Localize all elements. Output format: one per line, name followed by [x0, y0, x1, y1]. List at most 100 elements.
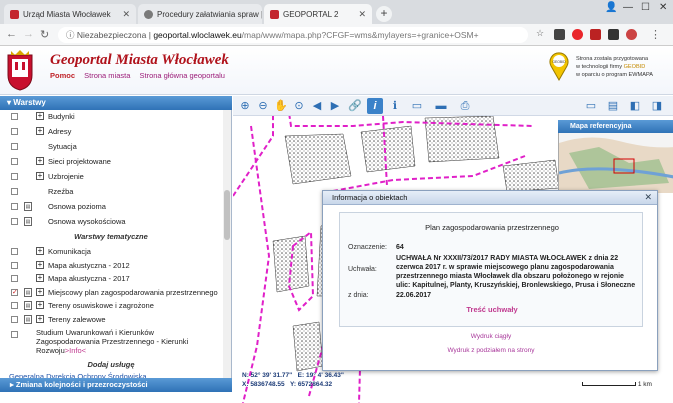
info-icon[interactable]: ⓘ	[66, 30, 75, 40]
layout-window-icon[interactable]: ▭	[583, 98, 599, 114]
expand-plus-icon[interactable]: +	[36, 112, 44, 120]
print-pages-link[interactable]: Wydruk z podziałem na strony	[323, 347, 659, 354]
expand-plus-icon[interactable]: +	[36, 287, 44, 296]
layer-checkbox[interactable]	[11, 203, 18, 210]
print-continuous-link[interactable]: Wydruk ciągły	[323, 333, 659, 340]
info-tool-icon[interactable]: i	[367, 98, 383, 114]
layout-left-icon[interactable]: ◧	[627, 98, 643, 114]
plan-info-card: Plan zagospodarowania przestrzennego Ozn…	[339, 212, 643, 327]
expand-plus-icon[interactable]: +	[36, 157, 44, 165]
layer-checkbox[interactable]	[11, 315, 18, 323]
legend-book-icon[interactable]: ▤	[24, 314, 32, 324]
layer-checkbox[interactable]	[11, 128, 18, 135]
layer-checkbox[interactable]	[11, 173, 18, 180]
expand-plus-icon[interactable]: +	[36, 247, 44, 255]
address-bar[interactable]: ⓘ Niezabezpieczona | geoportal.wloclawek…	[58, 27, 528, 43]
legend-book-icon[interactable]: ▤	[24, 217, 32, 226]
menu-dots-icon[interactable]: ⋮	[650, 28, 661, 41]
close-icon[interactable]: ✕	[358, 9, 366, 20]
layer-row[interactable]: + Komunikacja	[0, 245, 222, 258]
layers-scrollbar[interactable]	[223, 110, 231, 378]
layer-checkbox[interactable]	[11, 248, 18, 255]
tab-procedury[interactable]: Procedury załatwiania spraw | Ty... ✕	[138, 4, 262, 24]
layer-row[interactable]: ✓ ▤ + Miejscowy plan zagospodarowania przes…	[0, 286, 222, 299]
layer-row[interactable]: ▤ Osnowa pozioma	[0, 200, 222, 213]
layer-checkbox[interactable]	[11, 275, 18, 282]
user-icon[interactable]: 👤	[605, 2, 617, 13]
forward-icon[interactable]: ▶	[327, 98, 343, 114]
link-icon[interactable]: 🔗	[347, 98, 363, 114]
layer-row[interactable]: ▤ + Tereny osuwiskowe i zagrożone	[0, 299, 222, 312]
layer-label: Rzeźba	[48, 187, 74, 196]
expand-plus-icon[interactable]: +	[36, 301, 44, 309]
layout-right-icon[interactable]: ◨	[649, 98, 665, 114]
profile-icon[interactable]	[626, 29, 637, 40]
layout-split-icon[interactable]: ▤	[605, 98, 621, 114]
layer-row[interactable]: ▤ + Tereny zalewowe	[0, 313, 222, 326]
expand-plus-icon[interactable]: +	[36, 260, 44, 269]
extension-adblock-icon[interactable]	[590, 29, 601, 40]
zoom-out-icon[interactable]: ⊖	[255, 98, 271, 114]
layer-row[interactable]: ▤ Osnowa wysokościowa	[0, 215, 222, 228]
zoom-in-icon[interactable]: ⊕	[237, 98, 253, 114]
layer-checkbox[interactable]	[11, 143, 18, 150]
forward-arrow-icon[interactable]: →	[23, 28, 34, 40]
geoportal-home-link[interactable]: Strona główna geoportalu	[139, 71, 224, 80]
pan-hand-icon[interactable]: ✋	[273, 98, 289, 114]
legend-book-icon[interactable]: ▤	[24, 301, 32, 310]
extension-icon[interactable]	[554, 29, 565, 40]
back-arrow-icon[interactable]: ←	[6, 28, 17, 40]
layer-row-studium[interactable]: Studium Uwarunkowań i Kierunków Zagospoda…	[0, 328, 222, 358]
measure-icon[interactable]: ℹ	[387, 98, 403, 114]
layer-checkbox[interactable]	[11, 261, 18, 269]
expand-plus-icon[interactable]: +	[36, 274, 44, 282]
window-close-icon[interactable]: ✕	[659, 2, 667, 13]
layer-checkbox[interactable]	[11, 158, 18, 165]
print-icon[interactable]: ⎙	[457, 98, 473, 114]
scale-icon[interactable]: ▬	[433, 98, 449, 114]
layer-row[interactable]: + Budynki	[0, 110, 222, 123]
address-toolbar: ← → ↻ ⓘ Niezabezpieczona | geoportal.wlo…	[0, 24, 673, 46]
expand-plus-icon[interactable]: +	[36, 314, 44, 323]
layer-checkbox[interactable]	[11, 331, 18, 338]
layer-checkbox[interactable]: ✓	[11, 288, 18, 296]
layer-checkbox[interactable]	[11, 188, 18, 195]
layer-checkbox[interactable]	[11, 302, 18, 309]
new-tab-button[interactable]: +	[376, 6, 392, 22]
reference-map-header[interactable]: Mapa referencyjna	[558, 120, 673, 133]
legend-book-icon[interactable]: ▤	[24, 202, 32, 211]
city-site-link[interactable]: Strona miasta	[84, 71, 130, 80]
help-link[interactable]: Pomoc	[50, 71, 75, 80]
layer-checkbox[interactable]	[11, 113, 18, 120]
tab-urzad[interactable]: Urząd Miasta Włocławek ✕	[4, 4, 136, 24]
security-label: Niezabezpieczona	[76, 30, 147, 40]
layer-row[interactable]: + Adresy	[0, 125, 222, 138]
zoom-extent-icon[interactable]: ⊙	[291, 98, 307, 114]
layer-row[interactable]: + Sieci projektowane	[0, 155, 222, 168]
legend-book-icon[interactable]: ▤	[24, 287, 32, 297]
layer-checkbox[interactable]	[11, 218, 18, 225]
expand-plus-icon[interactable]: +	[36, 127, 44, 135]
resolution-text-link[interactable]: Treść uchwały	[340, 305, 644, 314]
close-icon[interactable]: ✕	[122, 9, 130, 20]
expand-plus-icon[interactable]: +	[36, 172, 44, 180]
reference-map[interactable]	[558, 133, 673, 193]
tab-geoportal[interactable]: GEOPORTAL 2 ✕	[264, 4, 372, 24]
layer-order-panel-header[interactable]: ▸ Zmiana kolejności i przezroczystości	[0, 378, 232, 392]
layer-row[interactable]: + Uzbrojenie	[0, 170, 222, 183]
back-icon[interactable]: ◀	[309, 98, 325, 114]
layer-row[interactable]: + Mapa akustyczna - 2017	[0, 272, 222, 285]
maximize-icon[interactable]: ☐	[641, 2, 650, 13]
layer-row[interactable]: Sytuacja	[0, 140, 222, 153]
layer-row[interactable]: Rzeźba	[0, 185, 222, 198]
close-icon[interactable]: ✕	[644, 192, 652, 203]
info-link[interactable]: >Info<	[65, 346, 86, 355]
ruler-icon[interactable]: ▭	[409, 98, 425, 114]
reload-icon[interactable]: ↻	[40, 28, 49, 41]
layers-panel-header[interactable]: ▾ Warstwy	[0, 96, 232, 110]
minimize-icon[interactable]: —	[623, 2, 633, 13]
extension-puzzle-icon[interactable]	[608, 29, 619, 40]
star-icon[interactable]: ☆	[536, 28, 544, 39]
extension-opera-icon[interactable]	[572, 29, 583, 40]
layer-row[interactable]: + Mapa akustyczna - 2012	[0, 259, 222, 272]
